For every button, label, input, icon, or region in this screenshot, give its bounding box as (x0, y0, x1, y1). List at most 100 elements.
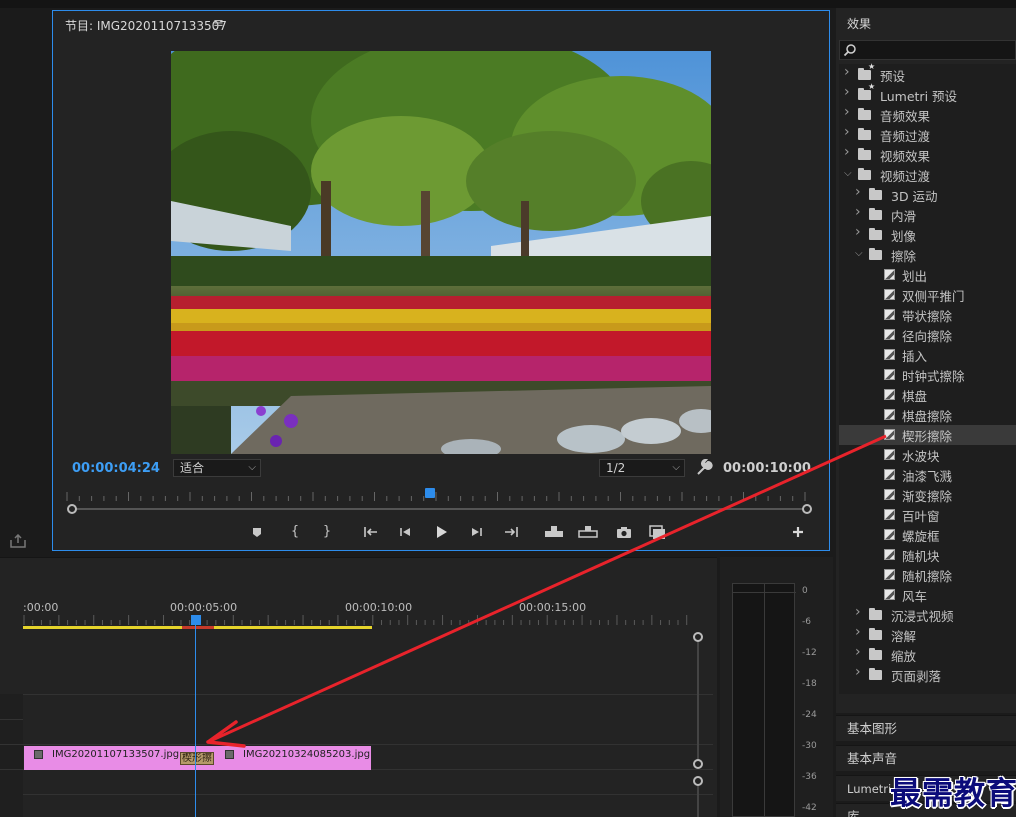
chevron-right-icon[interactable]: › (844, 84, 850, 100)
effects-tree-item[interactable]: 螺旋框 (839, 525, 1016, 545)
effects-tree-item[interactable]: 渐变擦除 (839, 485, 1016, 505)
button-editor-add-button[interactable] (789, 523, 807, 541)
effects-tree-label: 音频效果 (880, 109, 931, 124)
add-marker-button[interactable] (248, 523, 266, 541)
top-panel-strip (0, 0, 1016, 8)
chevron-right-icon[interactable]: › (855, 204, 861, 220)
chevron-down-icon[interactable]: ⌵ (855, 248, 863, 259)
current-timecode[interactable]: 00:00:04:24 (72, 461, 160, 476)
clip-img2[interactable]: IMG20210324085203.jpg (195, 746, 371, 770)
timeline-audio-scrollbar[interactable] (693, 776, 703, 817)
effects-tree-item[interactable]: › 音频效果 (839, 104, 1016, 125)
chevron-right-icon[interactable]: › (855, 184, 861, 200)
effects-tree-item[interactable]: › 页面剥落 (839, 664, 1016, 685)
panel-menu-icon[interactable]: ≡ (213, 16, 224, 31)
program-time-ruler[interactable] (65, 490, 810, 502)
play-button[interactable] (432, 523, 450, 541)
chevron-right-icon[interactable]: › (844, 104, 850, 120)
effects-panel-title[interactable]: 效果 (847, 15, 871, 32)
effects-tree-item[interactable]: 棋盘擦除 (839, 405, 1016, 425)
wrench-settings-icon[interactable] (695, 459, 713, 477)
chevron-right-icon[interactable]: › (855, 644, 861, 660)
go-to-out-button[interactable] (502, 523, 520, 541)
effects-tree-label: 径向擦除 (902, 329, 953, 344)
effects-tree-item[interactable]: › 缩放 (839, 644, 1016, 665)
step-back-button[interactable] (396, 523, 414, 541)
program-monitor-title[interactable]: 节目: IMG20201107133507 (65, 17, 227, 34)
program-monitor[interactable]: 节目: IMG20201107133507 ≡ 00:00:04:24 适合 ⌵… (52, 10, 830, 551)
effects-tree-label: 楔形擦除 (902, 429, 953, 444)
effects-tree-item[interactable]: 百叶窗 (839, 505, 1016, 525)
effects-tree[interactable]: › ★ 预设 › ★ Lumetri 预设 › 音频效果 › 音频过渡 › 视频效果 ⌵ 视频过渡 › 3D … (839, 62, 1016, 694)
transition-icon (884, 269, 895, 280)
effects-tree-label: 预设 (880, 69, 906, 84)
effects-tree-label: Lumetri 预设 (880, 89, 958, 104)
effects-tree-item[interactable]: 随机擦除 (839, 565, 1016, 585)
effects-tree-label: 渐变擦除 (902, 489, 953, 504)
mark-in-button[interactable]: { (286, 523, 304, 541)
program-zoom-scrollbar[interactable] (67, 503, 812, 515)
chevron-right-icon[interactable]: › (855, 624, 861, 640)
effects-tree-item[interactable]: › 沉浸式视频 (839, 604, 1016, 625)
meter-scale-label: -24 (802, 710, 817, 720)
export-icon[interactable] (10, 533, 26, 548)
go-to-in-icon (364, 527, 377, 537)
effects-tree-item[interactable]: 时钟式擦除 (839, 365, 1016, 385)
effects-tree-item[interactable]: › 内滑 (839, 204, 1016, 225)
export-frame-button[interactable] (615, 523, 633, 541)
transition-icon (884, 569, 895, 580)
track-area[interactable] (23, 632, 713, 817)
comparison-view-icon (649, 525, 665, 539)
effects-tree-item[interactable]: 径向擦除 (839, 325, 1016, 345)
effects-tree-item[interactable]: ⌵ 视频过渡 (839, 165, 1016, 185)
effects-tree-item[interactable]: ⌵ 擦除 (839, 245, 1016, 265)
essential-graphics-panel-tab[interactable]: 基本图形 (836, 715, 1016, 741)
extract-button[interactable] (578, 523, 598, 541)
timeline-playhead[interactable] (191, 615, 201, 625)
folder-icon (858, 88, 871, 100)
effects-tree-label: 风车 (902, 589, 928, 604)
effects-tree-item[interactable]: 双侧平推门 (839, 285, 1016, 305)
clip-img1[interactable]: IMG20201107133507.jpg (24, 746, 194, 770)
effects-tree-item[interactable]: 风车 (839, 585, 1016, 605)
chevron-right-icon[interactable]: › (855, 664, 861, 680)
effects-panel[interactable]: 效果 › ★ 预设 › ★ Lumetri 预设 › 音频效果 › 音频过渡 › 视频效果 ⌵ 视频过渡 ›… (836, 8, 1016, 713)
effects-tree-item[interactable]: 楔形擦除 (839, 425, 1016, 445)
chevron-down-icon: ⌵ (672, 462, 680, 473)
playback-resolution-dropdown[interactable]: 1/2 ⌵ (599, 459, 685, 477)
timeline-panel[interactable]: :00:00 00:00:05:00 00:00:10:00 00:00:15:… (0, 557, 717, 817)
effects-tree-item[interactable]: 水波块 (839, 445, 1016, 465)
effects-tree-item[interactable]: 带状擦除 (839, 305, 1016, 325)
program-playhead[interactable] (425, 488, 436, 498)
go-to-in-button[interactable] (362, 523, 380, 541)
step-forward-button[interactable] (468, 523, 486, 541)
transition-wedge-wipe[interactable]: 楔形擦 (180, 752, 214, 765)
star-icon: ★ (868, 62, 876, 71)
effects-tree-item[interactable]: 划出 (839, 265, 1016, 285)
effects-search-input[interactable] (839, 40, 1016, 60)
chevron-right-icon[interactable]: › (855, 604, 861, 620)
chevron-right-icon[interactable]: › (844, 144, 850, 160)
effects-tree-item[interactable]: 棋盘 (839, 385, 1016, 405)
timeline-vertical-scrollbar[interactable] (693, 632, 703, 772)
chevron-right-icon[interactable]: › (855, 224, 861, 240)
fit-zoom-dropdown[interactable]: 适合 ⌵ (173, 459, 261, 477)
chevron-right-icon[interactable]: › (844, 124, 850, 140)
meter-scale-label: -18 (802, 679, 817, 689)
comparison-view-button[interactable] (649, 523, 669, 541)
chevron-down-icon[interactable]: ⌵ (844, 168, 852, 179)
effects-tree-item[interactable]: › ★ Lumetri 预设 (839, 82, 1016, 105)
effects-tree-item[interactable]: › 音频过渡 (839, 124, 1016, 145)
effects-tree-item[interactable]: › 视频效果 (839, 144, 1016, 165)
mark-out-button[interactable]: } (318, 523, 336, 541)
play-icon (437, 526, 447, 538)
effects-tree-item[interactable]: › 溶解 (839, 624, 1016, 645)
effects-tree-item[interactable]: 油漆飞溅 (839, 465, 1016, 485)
effects-tree-item[interactable]: 插入 (839, 345, 1016, 365)
effects-tree-item[interactable]: › 3D 运动 (839, 184, 1016, 205)
effects-tree-item[interactable]: › ★ 预设 (839, 62, 1016, 85)
lift-button[interactable] (544, 523, 564, 541)
effects-tree-item[interactable]: › 划像 (839, 224, 1016, 245)
effects-tree-item[interactable]: 随机块 (839, 545, 1016, 565)
chevron-right-icon[interactable]: › (844, 64, 850, 80)
